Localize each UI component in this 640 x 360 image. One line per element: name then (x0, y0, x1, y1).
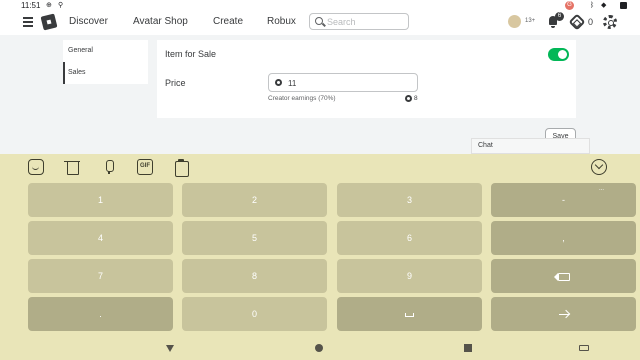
nav-create[interactable]: Create (213, 16, 243, 27)
backspace-icon (553, 272, 570, 281)
creator-earnings-value: 8 (414, 95, 418, 102)
sidebar-item-general[interactable]: General (63, 40, 148, 62)
sidebar-item-sales[interactable]: Sales (63, 62, 148, 84)
key-0[interactable]: 0 (182, 297, 327, 331)
robux-balance: 0 (588, 17, 594, 27)
key-backspace[interactable] (491, 259, 636, 293)
key-1[interactable]: 1 (28, 183, 173, 217)
key-minus-label: - (562, 195, 565, 205)
nav-robux[interactable]: Robux (267, 16, 296, 27)
search-input[interactable] (327, 16, 405, 28)
key-8[interactable]: 8 (182, 259, 327, 293)
search-box[interactable] (309, 13, 409, 30)
keyboard-switch-icon[interactable] (579, 345, 589, 351)
robux-small-icon (275, 79, 282, 86)
price-label: Price (165, 78, 186, 88)
robux-small-icon (405, 95, 412, 102)
key-comma[interactable]: , (491, 221, 636, 255)
menu-icon[interactable] (23, 17, 33, 27)
mic-icon[interactable] (101, 159, 117, 175)
roblox-logo-icon[interactable] (40, 13, 58, 31)
recents-icon[interactable] (464, 344, 472, 352)
age-label: 13+ (525, 18, 536, 24)
on-screen-keyboard: GIF 1 2 3 ... - 4 5 6 , 7 8 9 . 0 (0, 154, 640, 360)
battery-icon (620, 2, 627, 9)
robux-icon[interactable] (568, 13, 586, 31)
avatar[interactable] (508, 15, 521, 28)
key-hint: ... (598, 186, 604, 192)
toggle-knob (558, 50, 567, 59)
key-2[interactable]: 2 (182, 183, 327, 217)
status-bar: 11:51 ⊕ ⚲ G ᛒ ◆ (0, 0, 640, 11)
enter-arrow-icon (558, 313, 569, 316)
key-7[interactable]: 7 (28, 259, 173, 293)
shirt-icon[interactable] (64, 159, 80, 175)
wifi-icon: ◆ (601, 2, 607, 9)
notification-g-badge: G (565, 1, 574, 10)
nav-avatar-shop[interactable]: Avatar Shop (133, 16, 188, 27)
top-navigation: Discover Avatar Shop Create Robux 13+ 6 … (0, 11, 640, 35)
gif-icon[interactable]: GIF (137, 159, 153, 175)
space-icon (405, 312, 414, 317)
creator-earnings-label: Creator earnings (70%) (268, 95, 336, 102)
sync-icon: ⊕ (46, 2, 52, 9)
key-9[interactable]: 9 (337, 259, 482, 293)
nav-discover[interactable]: Discover (69, 16, 108, 27)
settings-sidebar: General Sales (63, 40, 148, 84)
emoji-icon[interactable] (28, 159, 44, 175)
key-3[interactable]: 3 (337, 183, 482, 217)
key-space[interactable] (337, 297, 482, 331)
search-icon (315, 17, 323, 25)
key-5[interactable]: 5 (182, 221, 327, 255)
price-input[interactable] (288, 77, 408, 89)
clipboard-icon[interactable] (173, 159, 189, 177)
search-icon: ⚲ (58, 2, 64, 9)
system-navigation-bar (0, 340, 640, 360)
key-6[interactable]: 6 (337, 221, 482, 255)
home-icon[interactable] (315, 344, 323, 352)
key-minus[interactable]: ... - (491, 183, 636, 217)
key-period[interactable]: . (28, 297, 173, 331)
sales-panel: Item for Sale Price Creator earnings (70… (157, 40, 576, 118)
bluetooth-icon: ᛒ (590, 2, 595, 9)
item-for-sale-label: Item for Sale (165, 49, 217, 59)
key-4[interactable]: 4 (28, 221, 173, 255)
back-icon[interactable] (166, 345, 174, 352)
key-enter[interactable] (491, 297, 636, 331)
chat-tab[interactable]: Chat (471, 138, 590, 154)
status-time: 11:51 (21, 1, 41, 10)
notification-count-badge: 6 (555, 12, 564, 21)
item-for-sale-toggle[interactable] (548, 48, 569, 61)
gear-icon[interactable] (603, 15, 617, 29)
price-field[interactable] (268, 73, 418, 92)
